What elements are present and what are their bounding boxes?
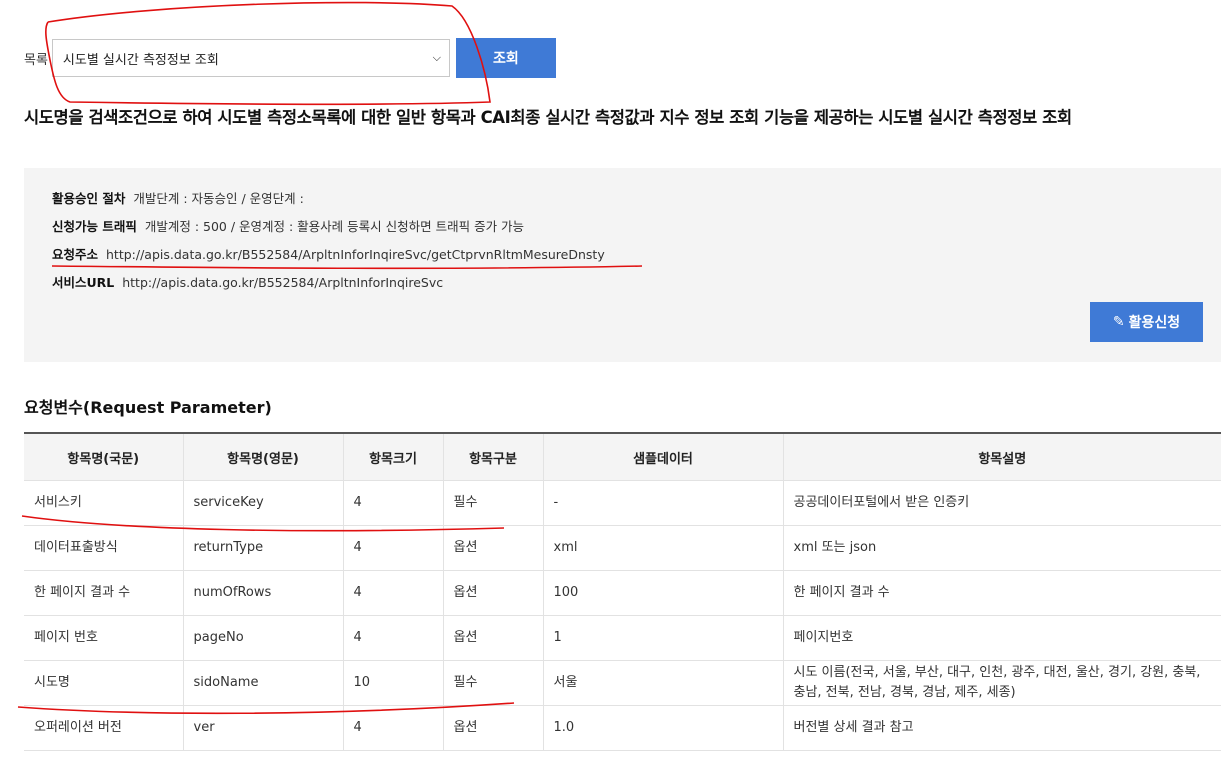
service-select-value: 시도별 실시간 측정정보 조회 (62, 52, 219, 68)
header-cell: 항목구분 (443, 432, 544, 481)
api-info-panel: 활용승인 절차 개발단계 : 자동승인 / 운영단계 : 신청가능 트래픽 개발… (24, 168, 1221, 362)
request-parameter-table: 항목명(국문) 항목명(영문) 항목크기 항목구분 샘플데이터 항목설명 서비스… (24, 432, 1221, 751)
table-cell: 한 페이지 결과 수 (783, 570, 1221, 616)
info-service-url: 서비스URL http://apis.data.go.kr/B552584/Ar… (52, 272, 1193, 300)
table-cell: 공공데이터포털에서 받은 인증키 (783, 480, 1221, 526)
table-cell: 옵션 (443, 705, 544, 751)
table-cell: 4 (343, 615, 444, 661)
table-row: 한 페이지 결과 수 numOfRows 4 옵션 100 한 페이지 결과 수 (24, 570, 1221, 616)
table-row: 시도명 sidoName 10 필수 서울 시도 이름(전국, 서울, 부산, … (24, 660, 1221, 706)
table-row: 오퍼레이션 버전 ver 4 옵션 1.0 버전별 상세 결과 참고 (24, 705, 1221, 751)
table-cell: 4 (343, 570, 444, 616)
table-cell: 오퍼레이션 버전 (24, 705, 184, 751)
info-request-url-label: 요청주소 (52, 247, 99, 262)
table-cell: 시도명 (24, 660, 184, 706)
table-cell: 버전별 상세 결과 참고 (783, 705, 1221, 751)
table-row: 데이터표출방식 returnType 4 옵션 xml xml 또는 json (24, 525, 1221, 571)
header-cell: 항목명(영문) (183, 432, 344, 481)
table-cell: 필수 (443, 660, 544, 706)
info-traffic-value: 개발계정 : 500 / 운영계정 : 활용사례 등록시 신청하면 트래픽 증가… (144, 219, 525, 234)
table-cell: xml (543, 525, 784, 571)
filter-bar: 목록 시도별 실시간 측정정보 조회 ⌵ 조회 (24, 38, 556, 78)
table-cell: sidoName (183, 660, 344, 706)
table-cell: 10 (343, 660, 444, 706)
query-button[interactable]: 조회 (455, 38, 556, 78)
header-cell: 항목명(국문) (24, 432, 184, 481)
table-cell: - (543, 480, 784, 526)
page-title: 시도명을 검색조건으로 하여 시도별 측정소목록에 대한 일반 항목과 CAI최… (24, 108, 1072, 127)
header-cell: 항목설명 (783, 432, 1221, 481)
table-cell: 1.0 (543, 705, 784, 751)
table-cell: 필수 (443, 480, 544, 526)
section-title: 요청변수(Request Parameter) (24, 398, 272, 417)
table-cell: numOfRows (183, 570, 344, 616)
table-cell: 페이지 번호 (24, 615, 184, 661)
table-cell: 1 (543, 615, 784, 661)
table-cell: returnType (183, 525, 344, 571)
table-cell: 옵션 (443, 570, 544, 616)
table-cell: 시도 이름(전국, 서울, 부산, 대구, 인천, 광주, 대전, 울산, 경기… (783, 660, 1221, 706)
info-traffic-label: 신청가능 트래픽 (52, 219, 137, 234)
table-cell: 4 (343, 705, 444, 751)
table-header-row: 항목명(국문) 항목명(영문) 항목크기 항목구분 샘플데이터 항목설명 (24, 432, 1221, 481)
table-cell: ver (183, 705, 344, 751)
table-cell: 서울 (543, 660, 784, 706)
table-row: 서비스키 serviceKey 4 필수 - 공공데이터포털에서 받은 인증키 (24, 480, 1221, 526)
table-cell: 페이지번호 (783, 615, 1221, 661)
info-approval: 활용승인 절차 개발단계 : 자동승인 / 운영단계 : (52, 188, 1193, 216)
service-select[interactable]: 시도별 실시간 측정정보 조회 ⌵ (51, 39, 450, 77)
info-service-url-label: 서비스URL (52, 275, 115, 290)
table-cell: 서비스키 (24, 480, 184, 526)
table-row: 페이지 번호 pageNo 4 옵션 1 페이지번호 (24, 615, 1221, 661)
table-cell: 100 (543, 570, 784, 616)
table-cell: 4 (343, 480, 444, 526)
info-request-url-value: http://apis.data.go.kr/B552584/ArpltnInf… (106, 247, 605, 262)
info-approval-value: 개발단계 : 자동승인 / 운영단계 : (133, 191, 304, 206)
info-request-url: 요청주소 http://apis.data.go.kr/B552584/Arpl… (52, 244, 1193, 272)
table-cell: 한 페이지 결과 수 (24, 570, 184, 616)
table-cell: 데이터표출방식 (24, 525, 184, 571)
apply-button-label: 활용신청 (1128, 315, 1181, 331)
table-cell: 옵션 (443, 525, 544, 571)
header-cell: 샘플데이터 (543, 432, 784, 481)
chevron-down-icon: ⌵ (432, 51, 441, 64)
info-approval-label: 활용승인 절차 (52, 191, 126, 206)
table-cell: 4 (343, 525, 444, 571)
filter-label: 목록 (24, 52, 48, 68)
info-service-url-value: http://apis.data.go.kr/B552584/ArpltnInf… (122, 275, 444, 290)
table-cell: pageNo (183, 615, 344, 661)
info-traffic: 신청가능 트래픽 개발계정 : 500 / 운영계정 : 활용사례 등록시 신청… (52, 216, 1193, 244)
table-cell: xml 또는 json (783, 525, 1221, 571)
apply-button[interactable]: ✎ 활용신청 (1090, 302, 1203, 342)
table-cell: serviceKey (183, 480, 344, 526)
table-cell: 옵션 (443, 615, 544, 661)
pencil-icon: ✎ (1112, 314, 1125, 330)
header-cell: 항목크기 (343, 432, 444, 481)
